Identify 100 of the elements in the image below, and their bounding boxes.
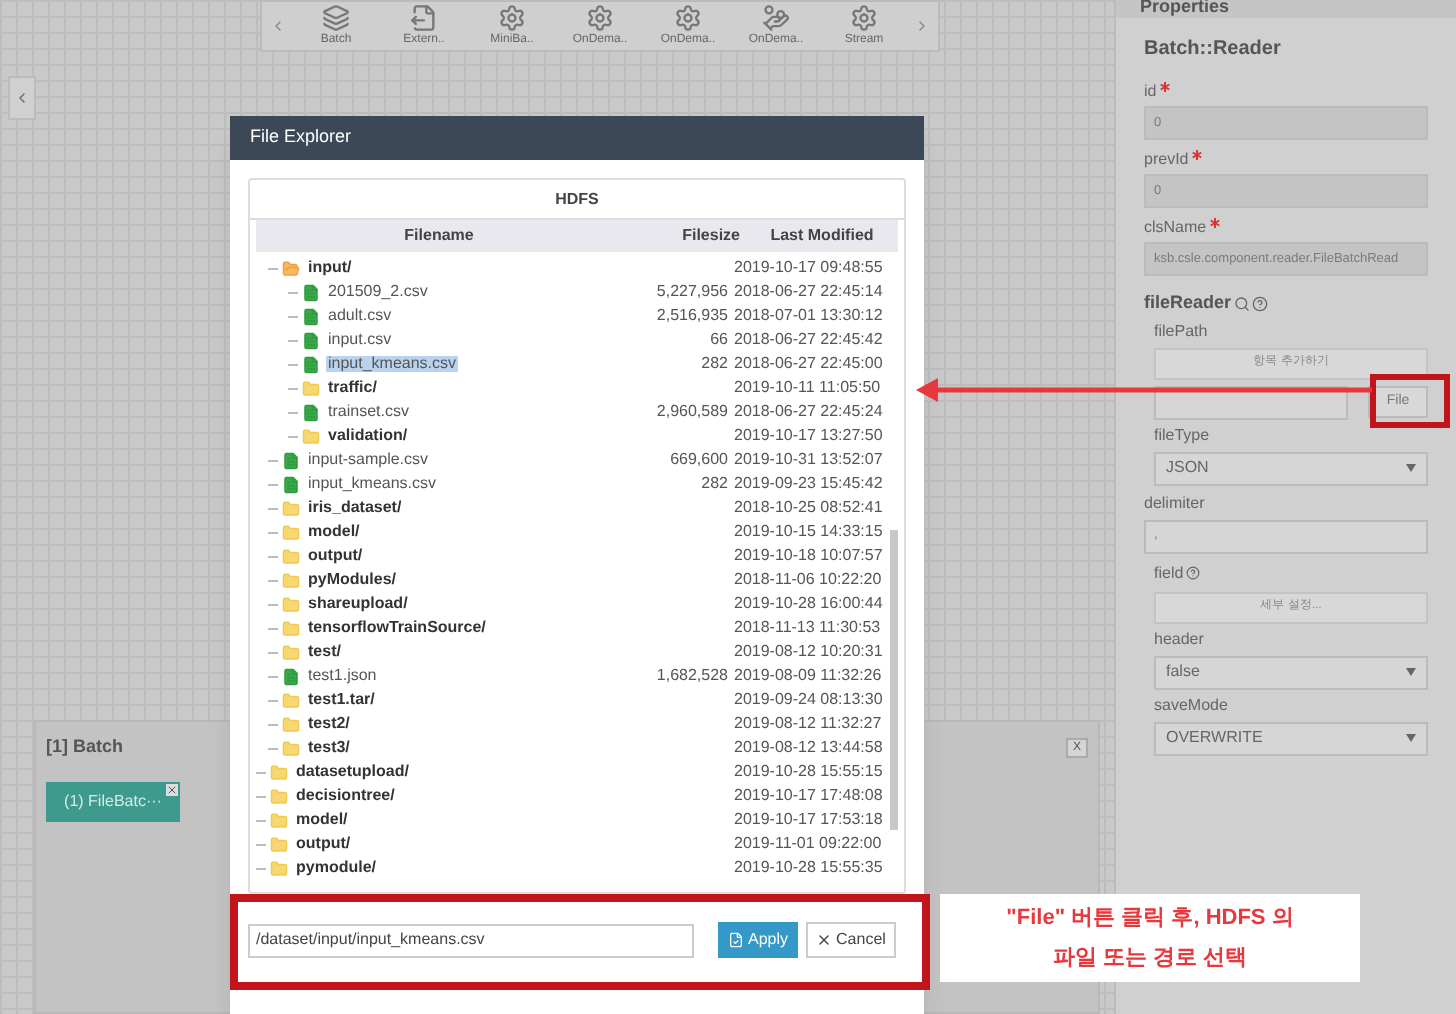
layers-icon [322,3,350,31]
dropdown-caret-icon [1406,668,1416,676]
folder-name[interactable]: decisiontree/ [294,788,397,804]
folder-name[interactable]: model/ [306,524,362,540]
dropdown-caret-icon [1406,734,1416,742]
gear-icon [674,3,702,31]
modified-date: 2019-10-17 17:48:08 [734,786,883,804]
modified-date: 2019-10-31 13:52:07 [734,450,883,468]
file-name[interactable]: adult.csv [326,308,394,324]
modified-date: 2019-10-28 15:55:15 [734,762,883,780]
file-export-icon [410,3,438,31]
remove-icon[interactable] [166,783,178,795]
modified-date: 2019-10-18 10:07:57 [734,546,883,564]
modified-date: 2018-11-13 11:30:53 [734,618,881,636]
folder-name[interactable]: output/ [294,836,353,852]
file-icon [302,403,320,421]
close-icon [816,932,833,948]
field-label: filePath [1154,320,1208,344]
panel-title: [1] Batch [46,734,124,760]
folder-name[interactable]: pyModules/ [306,572,399,588]
modified-date: 2019-10-15 14:33:15 [734,522,883,540]
folder-name[interactable]: test2/ [306,716,352,732]
search-icon[interactable] [1233,295,1250,312]
hand-icon [762,3,790,31]
field-label: header [1154,628,1204,652]
folder-name[interactable]: shareupload/ [306,596,410,612]
file-size: 66 [710,330,728,348]
collapse-tab[interactable] [8,76,36,120]
file-size: 282 [701,474,728,492]
file-size: 2,960,589 [656,402,728,420]
dropdown-caret-icon [1406,464,1416,472]
node-label: (1) FileBatc··· [64,789,162,813]
folder-name[interactable]: datasetupload/ [294,764,411,780]
folder-name[interactable]: test1.tar/ [306,692,377,708]
file-icon [302,283,320,301]
modified-date: 2018-06-27 22:45:24 [734,402,883,420]
field-label: field [1154,561,1184,585]
folder-name[interactable]: test/ [306,644,343,660]
modified-date: 2018-06-27 22:45:42 [734,330,883,348]
file-icon [282,667,300,685]
modified-date: 2018-06-27 22:45:14 [734,282,883,300]
file-name[interactable]: input_kmeans.csv [306,476,439,492]
select-field[interactable]: OVERWRITE [1154,721,1428,755]
select-field[interactable]: JSON [1154,451,1428,485]
path-field[interactable]: /dataset/input/input_kmeans.csv [248,923,694,957]
folder-name[interactable]: model/ [294,812,350,828]
field-label: id [1144,79,1157,103]
collapse-icon [14,90,30,106]
file-icon [302,331,320,349]
file-name[interactable]: trainset.csv [326,404,411,420]
column-header[interactable]: Filesize [682,226,740,244]
source-heading: HDFS [555,187,599,211]
field-label: fileType [1154,424,1210,448]
file-icon [302,307,320,325]
file-icon [282,475,300,493]
scroll-left-icon[interactable] [270,18,286,34]
help-icon[interactable] [1185,566,1200,580]
scroll-right-icon[interactable] [914,18,930,34]
column-header[interactable]: Filename [404,226,474,244]
section-heading: fileReader [1144,290,1232,316]
modified-date: 2018-07-01 13:30:12 [734,306,883,324]
modified-date: 2018-11-06 10:22:20 [734,570,882,588]
file-size: 2,516,935 [656,306,728,324]
modified-date: 2019-10-11 11:05:50 [734,378,881,396]
folder-name[interactable]: iris_dataset/ [306,500,404,516]
column-header[interactable]: Last Modified [770,226,874,244]
help-icon[interactable] [1251,295,1268,312]
folder-name[interactable]: traffic/ [326,380,379,396]
file-size: 282 [701,354,728,372]
file-name[interactable]: input.csv [326,332,394,348]
annotation-text: "File" 버튼 클릭 후, HDFS 의 [1006,904,1294,934]
file-size: 1,682,528 [656,666,728,684]
file-icon [302,355,320,373]
field-label: clsName [1144,215,1207,239]
file-name[interactable]: input-sample.csv [306,452,431,468]
folder-name[interactable]: output/ [306,548,365,564]
folder-name[interactable]: pymodule/ [294,860,379,876]
file-icon [728,932,744,948]
folder-name[interactable]: test3/ [306,740,352,756]
modified-date: 2019-10-17 09:48:55 [734,258,883,276]
file-name[interactable]: test1.json [306,668,379,684]
folder-name[interactable]: validation/ [326,428,410,444]
file-icon [282,451,300,469]
modified-date: 2019-08-12 11:32:27 [734,714,882,732]
gear-icon [498,3,526,31]
scrollbar[interactable] [890,530,898,830]
modified-date: 2019-08-09 11:32:26 [734,666,882,684]
modified-date: 2019-08-12 10:20:31 [734,642,883,660]
folder-name[interactable]: input/ [306,260,354,276]
folder-name[interactable]: tensorflowTrainSource/ [306,620,488,636]
component-title: Batch::Reader [1144,36,1283,64]
file-name[interactable]: input_kmeans.csv [326,356,459,372]
file-name[interactable]: 201509_2.csv [326,284,430,300]
select-field[interactable]: false [1154,655,1428,689]
modified-date: 2019-10-28 15:55:35 [734,858,883,876]
cancel-button[interactable]: Cancel [806,922,896,958]
select-value: JSON [1166,456,1209,480]
modified-date: 2019-10-17 13:27:50 [734,426,883,444]
gear-icon [586,3,614,31]
modified-date: 2019-10-28 16:00:44 [734,594,883,612]
